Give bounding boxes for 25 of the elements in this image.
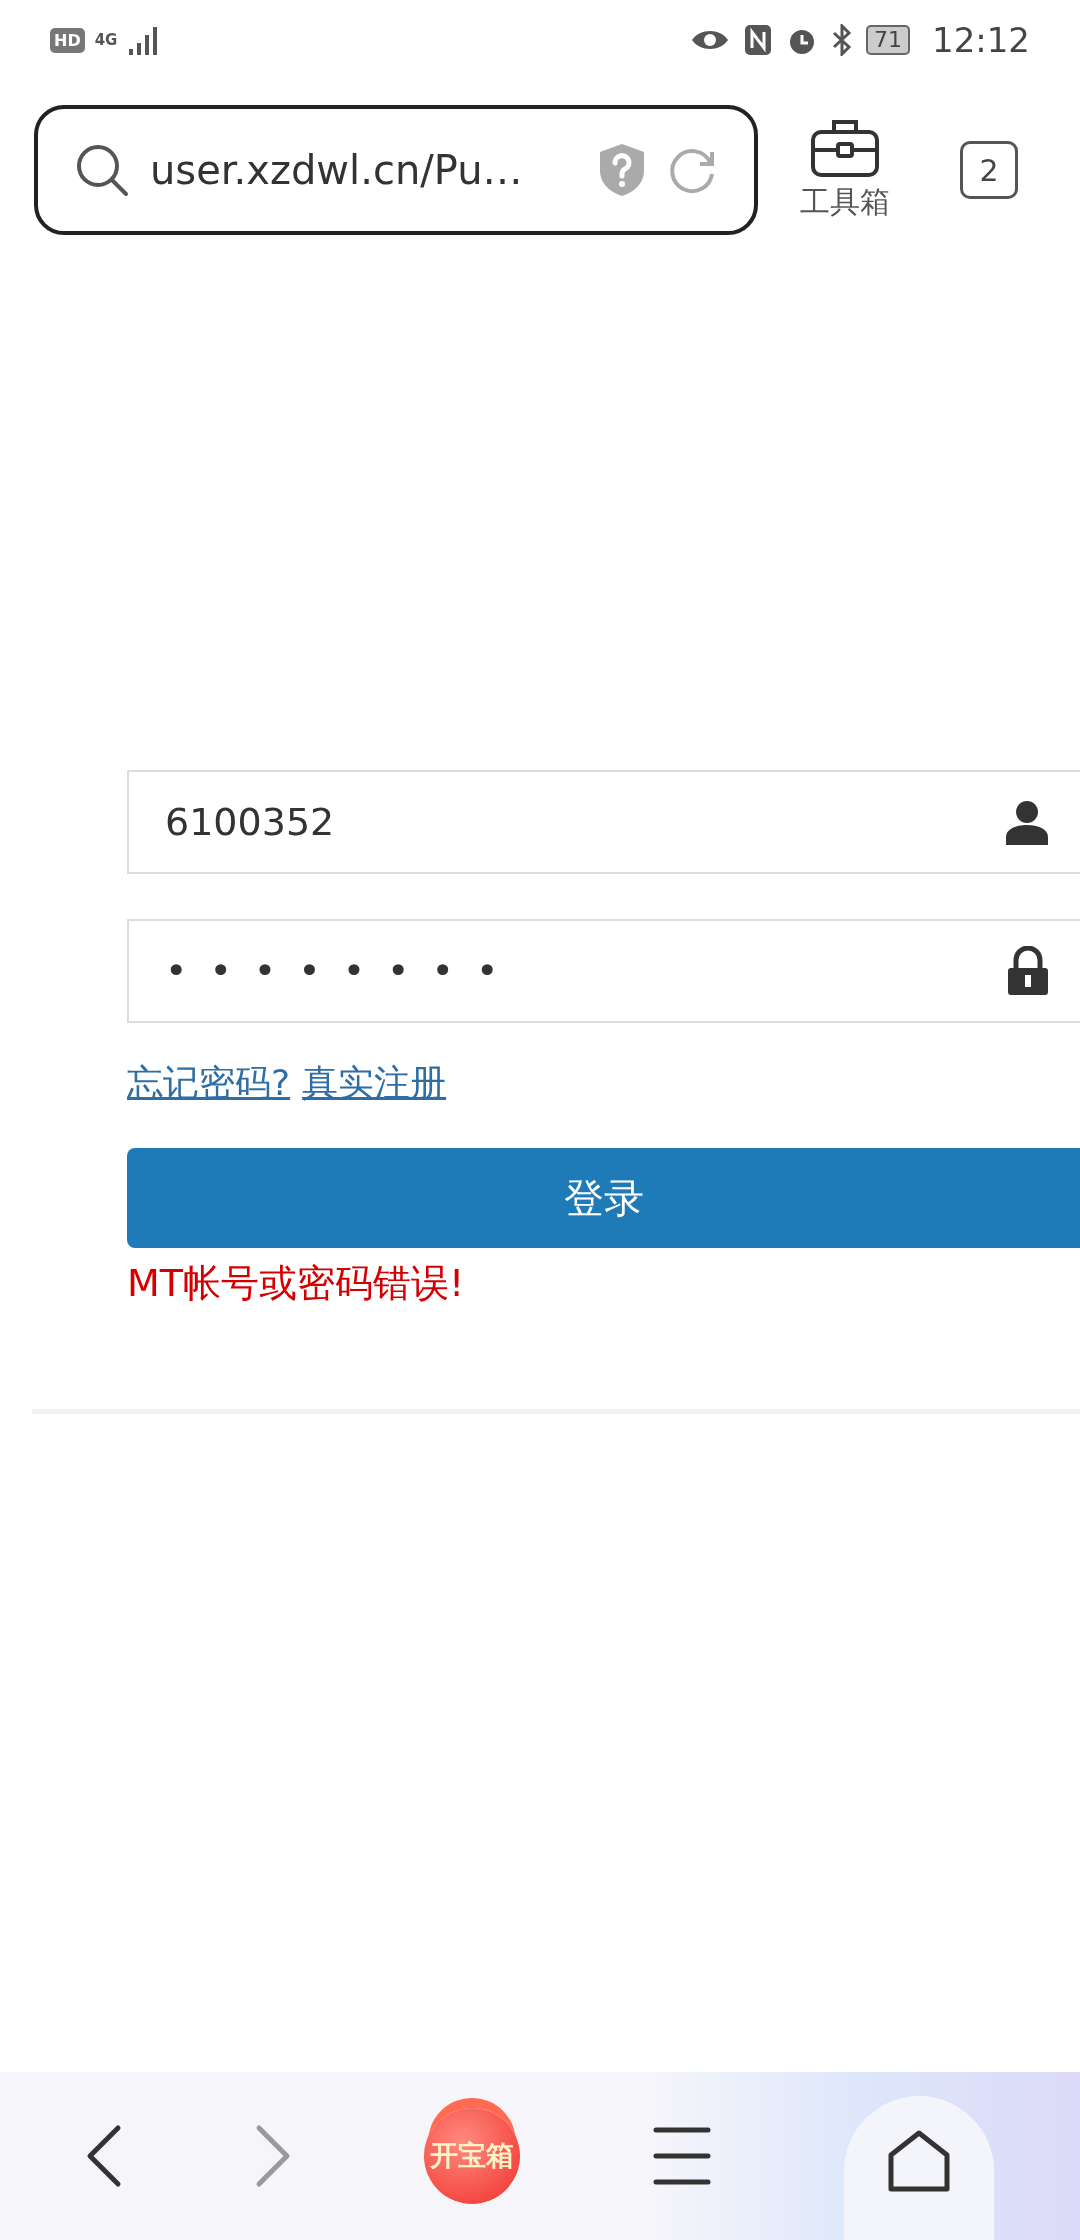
register-link[interactable]: 真实注册 — [302, 1059, 447, 1108]
home-button[interactable] — [843, 2096, 994, 2240]
error-message: MT帐号或密码错误! — [127, 1260, 466, 1307]
forgot-password-link[interactable]: 忘记密码? — [127, 1059, 291, 1108]
toolbox-button[interactable]: 工具箱 — [800, 117, 890, 223]
tab-count-button[interactable]: 2 — [960, 141, 1018, 199]
password-field[interactable]: •••••••• — [127, 919, 1080, 1023]
search-icon — [74, 142, 130, 198]
lock-icon — [1006, 946, 1050, 996]
clock: 12:12 — [932, 20, 1030, 60]
home-icon — [886, 2129, 951, 2193]
username-field[interactable]: 6100352 — [127, 770, 1080, 874]
back-button[interactable] — [86, 2124, 123, 2188]
bluetooth-icon — [832, 24, 852, 56]
address-bar[interactable]: user.xzdwl.cn/Pu… — [34, 105, 758, 235]
hd-badge: HD — [50, 27, 85, 53]
network-type: 4G — [94, 31, 118, 49]
menu-button[interactable] — [652, 2126, 711, 2186]
nfc-icon — [744, 24, 772, 56]
battery-level: 71 — [866, 25, 910, 55]
url-text: user.xzdwl.cn/Pu… — [150, 147, 524, 193]
signal-icon — [127, 25, 160, 55]
shield-question-icon — [598, 142, 646, 198]
login-button[interactable]: 登录 — [127, 1148, 1080, 1248]
person-icon — [1004, 799, 1050, 845]
